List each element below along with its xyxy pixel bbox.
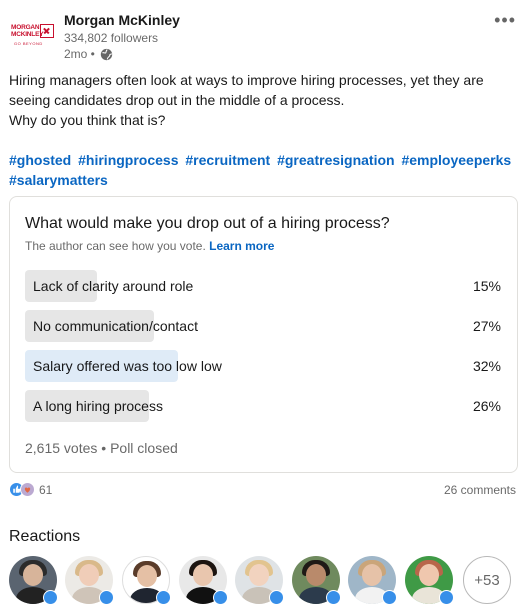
like-badge-icon — [156, 590, 171, 605]
company-logo[interactable]: MORGAN MCKINLEY GO BEYOND — [10, 12, 58, 52]
support-icon — [20, 482, 35, 497]
post-text: Hiring managers often look at ways to im… — [9, 70, 519, 130]
hashtag-list: #ghosted #hiringprocess #recruitment #gr… — [9, 150, 519, 190]
like-badge-icon — [99, 590, 114, 605]
logo-mark-icon — [40, 24, 54, 38]
poll-option[interactable]: Lack of clarity around role 15% — [25, 270, 502, 302]
hashtag-link[interactable]: #recruitment — [185, 152, 270, 168]
post-text-line: seeing candidates drop out in the middle… — [9, 92, 345, 108]
reactor-avatar-list: +53 — [9, 556, 519, 606]
hashtag-link[interactable]: #hiringprocess — [78, 152, 178, 168]
comments-count-link[interactable]: 26 comments — [444, 483, 516, 497]
poll-option-percent: 27% — [472, 318, 501, 334]
poll-option-percent: 15% — [472, 278, 501, 294]
post-header: MORGAN MCKINLEY GO BEYOND Morgan McKinle… — [10, 10, 518, 62]
globe-icon — [100, 48, 113, 60]
like-badge-icon — [269, 590, 284, 605]
like-badge-icon — [43, 590, 58, 605]
hashtag-link[interactable]: #salarymatters — [9, 172, 108, 188]
post-meta: 2mo • — [64, 47, 113, 61]
like-badge-icon — [439, 590, 454, 605]
reaction-icons[interactable] — [9, 482, 39, 498]
poll-vote-summary: 2,615 votes • Poll closed — [25, 440, 178, 456]
poll-option-percent: 26% — [472, 398, 501, 414]
like-badge-icon — [382, 590, 397, 605]
poll-privacy-note: The author can see how you vote. Learn m… — [25, 239, 274, 253]
poll-card: What would make you drop out of a hiring… — [9, 196, 518, 473]
reactions-heading: Reactions — [9, 528, 81, 545]
poll-option-percent: 32% — [472, 358, 501, 374]
post-time: 2mo • — [64, 47, 95, 61]
hashtag-link[interactable]: #greatresignation — [277, 152, 394, 168]
like-badge-icon — [213, 590, 228, 605]
poll-option[interactable]: No communication/contact 27% — [25, 310, 502, 342]
poll-option-label: Lack of clarity around role — [33, 278, 194, 294]
follower-count: 334,802 followers — [64, 31, 159, 45]
poll-option-label: Salary offered was too low low — [33, 358, 222, 374]
more-reactions-button[interactable]: +53 — [463, 556, 511, 604]
post-text-line: Hiring managers often look at ways to im… — [9, 72, 484, 88]
logo-tagline: GO BEYOND — [14, 41, 43, 46]
learn-more-link[interactable]: Learn more — [209, 239, 274, 253]
poll-option[interactable]: Salary offered was too low low 32% — [25, 350, 502, 382]
like-badge-icon — [326, 590, 341, 605]
poll-note-text: The author can see how you vote. — [25, 239, 206, 253]
hashtag-link[interactable]: #ghosted — [9, 152, 71, 168]
social-counts: 61 26 comments — [9, 482, 518, 500]
poll-option-label: No communication/contact — [33, 318, 198, 334]
poll-option[interactable]: A long hiring process 26% — [25, 390, 502, 422]
post-text-line: Why do you think that is? — [9, 112, 166, 128]
more-options-button[interactable]: ••• — [494, 10, 516, 31]
hashtag-link[interactable]: #employeeperks — [401, 152, 511, 168]
poll-option-label: A long hiring process — [33, 398, 163, 414]
author-name[interactable]: Morgan McKinley — [64, 12, 180, 28]
reaction-count[interactable]: 61 — [39, 483, 52, 497]
logo-text: MCKINLEY — [11, 31, 44, 38]
poll-question: What would make you drop out of a hiring… — [25, 215, 390, 232]
